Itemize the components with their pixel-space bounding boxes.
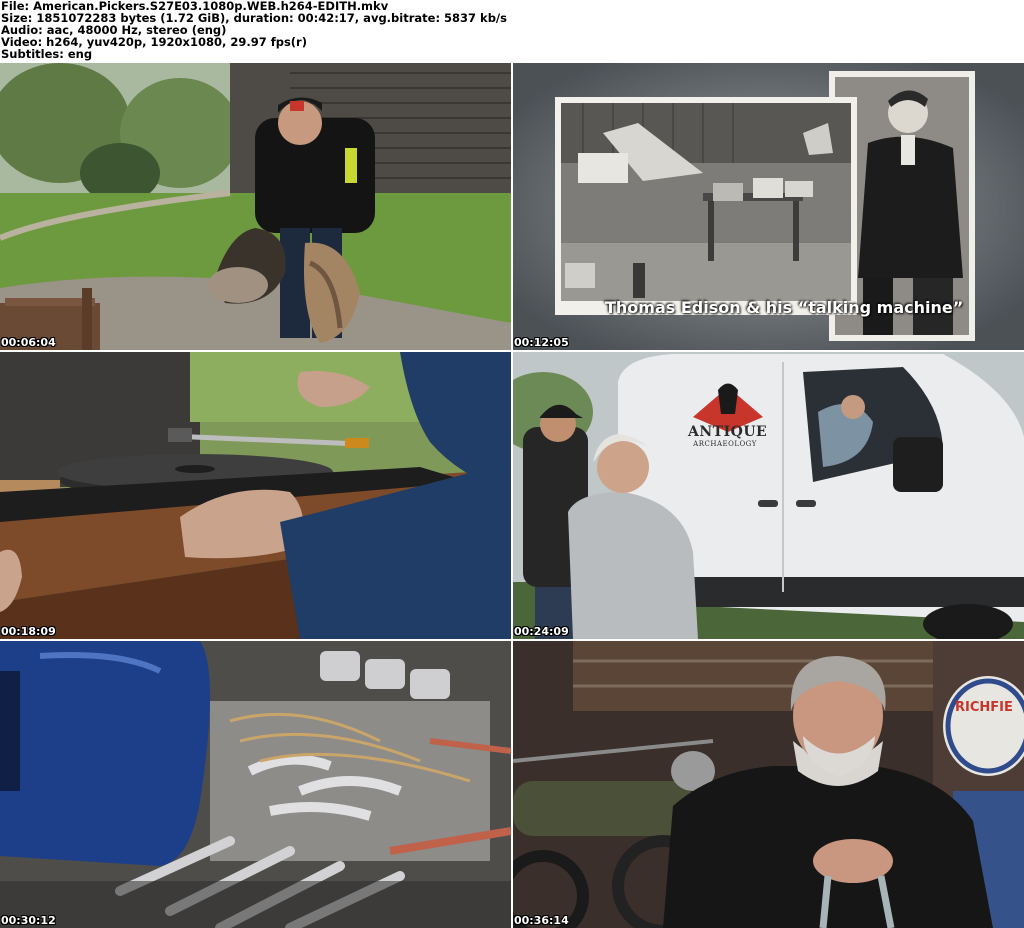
thumbnail-5-image <box>0 641 511 928</box>
thumbnail-3-timestamp: 00:18:09 <box>1 625 56 638</box>
thumbnail-1-timestamp: 00:06:04 <box>1 336 56 349</box>
thumbnail-2-caption: Thomas Edison & his “talking machine” <box>605 298 964 317</box>
subtitles-line: Subtitles: eng <box>1 47 93 61</box>
thumbnail-6-image <box>513 641 1024 928</box>
video-info-line: Video: h264, yuv420p, 1920x1080, 29.97 f… <box>1 35 307 49</box>
thumbnail-5-timestamp: 00:30:12 <box>1 914 56 927</box>
file-info-header: File: American.Pickers.S27E03.1080p.WEB.… <box>0 0 1024 63</box>
thumbnail-6-sign-text: RICHFIE <box>955 700 1013 715</box>
van-brand-name: ANTIQUE <box>688 424 768 440</box>
thumbnail-1: 00:06:04 <box>0 63 511 350</box>
thumbnail-6: RICHFIE 00:36:14 <box>513 641 1024 928</box>
thumbnail-4-timestamp: 00:24:09 <box>514 625 569 638</box>
thumbnail-3-image <box>0 352 511 639</box>
van-brand-sub: ARCHAEOLOGY <box>693 440 757 448</box>
thumbnail-6-timestamp: 00:36:14 <box>514 914 569 927</box>
thumbnail-1-image <box>0 63 511 350</box>
thumbnail-4-image <box>513 352 1024 639</box>
thumbnail-5: 00:30:12 <box>0 641 511 928</box>
thumbnail-4: ANTIQUE ARCHAEOLOGY 00:24:09 <box>513 352 1024 639</box>
thumbnail-3: 00:18:09 <box>0 352 511 639</box>
van-logo-text: ANTIQUE ARCHAEOLOGY <box>688 424 768 448</box>
thumbnail-grid: 00:06:04 Thomas Edison & his “talking ma… <box>0 63 1024 928</box>
thumbnail-2: Thomas Edison & his “talking machine” 00… <box>513 63 1024 350</box>
thumbnail-2-timestamp: 00:12:05 <box>514 336 569 349</box>
